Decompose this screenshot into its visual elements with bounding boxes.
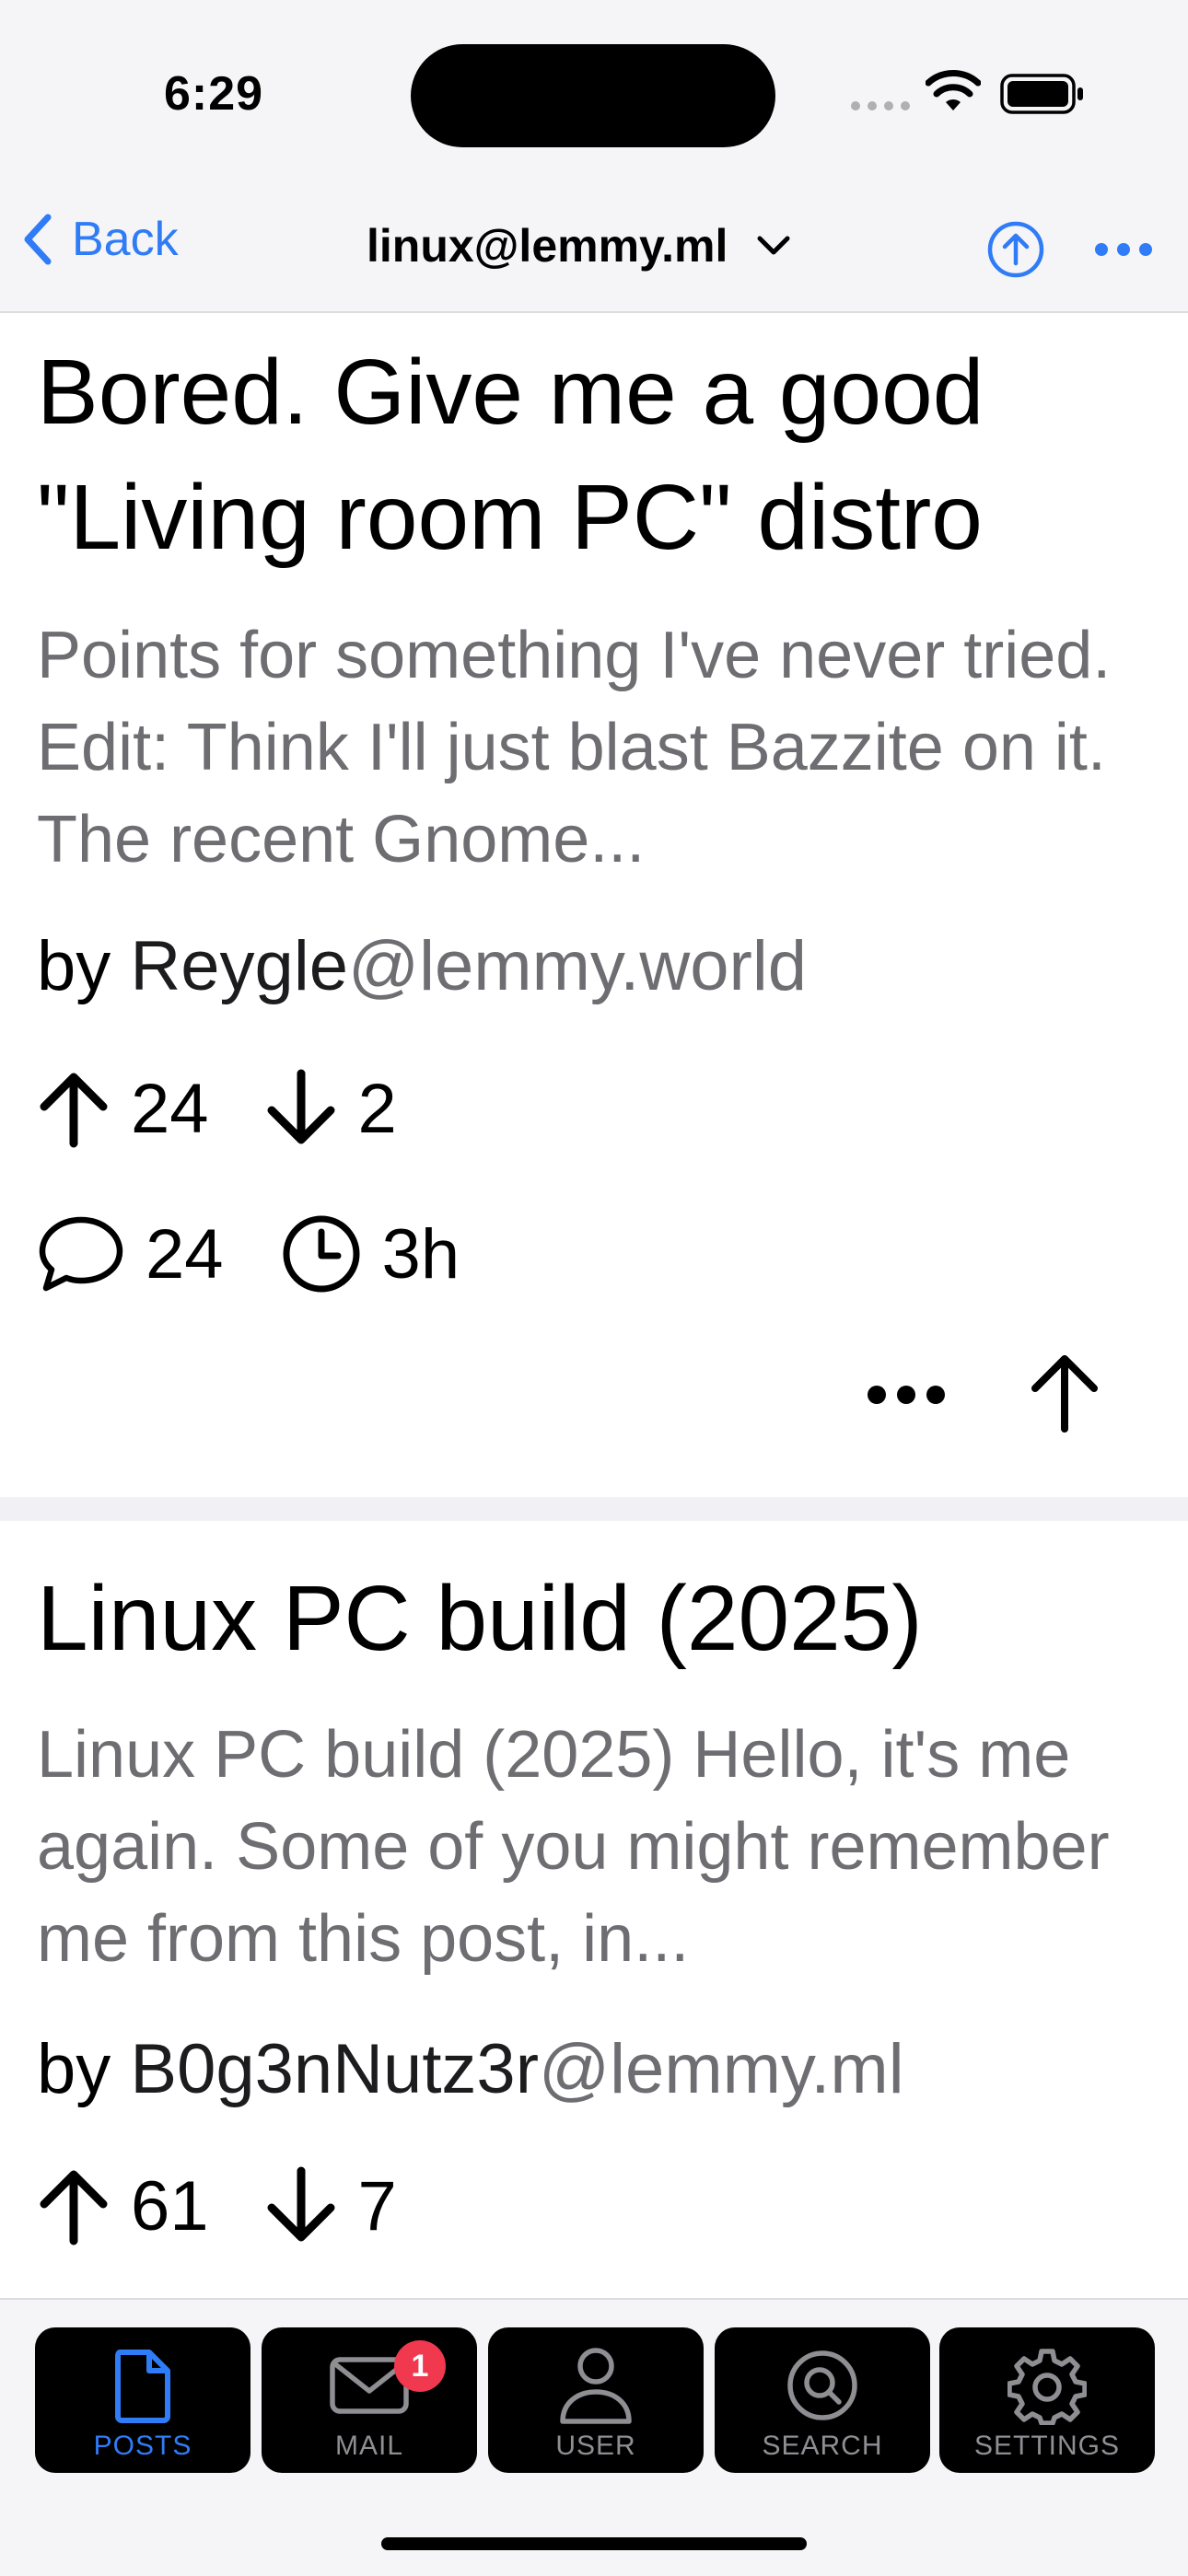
upvote-count: 61: [37, 2165, 209, 2246]
vote-stats: 61 7: [37, 2165, 397, 2246]
arrow-up-icon: [40, 2170, 108, 2245]
clock-icon: [283, 1215, 360, 1293]
status-bar: 6:29: [0, 0, 1188, 184]
post-preview: Linux PC build (2025) Hello, it's me aga…: [37, 1718, 1110, 1976]
status-time: 6:29: [164, 67, 264, 121]
tab-mail[interactable]: MAIL 1: [262, 2327, 477, 2473]
community-title: linux@lemmy.ml: [367, 220, 728, 272]
post-meta: 24 3h: [37, 1213, 460, 1294]
more-icon[interactable]: [1094, 239, 1153, 260]
battery-icon: [1000, 74, 1083, 114]
tab-settings[interactable]: SETTINGS: [939, 2327, 1155, 2473]
navigation-bar: Back linux@lemmy.ml: [0, 184, 1188, 313]
search-icon: [787, 2350, 857, 2420]
tab-posts[interactable]: POSTS: [35, 2327, 250, 2473]
document-icon: [115, 2350, 170, 2423]
more-actions-icon[interactable]: [866, 1383, 947, 1407]
dynamic-island: [411, 44, 775, 147]
back-label: Back: [72, 213, 179, 266]
community-picker[interactable]: linux@lemmy.ml: [367, 219, 790, 273]
gear-icon: [1007, 2349, 1087, 2425]
post-preview: Points for something I've never tried. E…: [37, 619, 1112, 876]
post-card[interactable]: Bored. Give me a good "Living room PC" d…: [0, 313, 1188, 1497]
comment-bubble-icon: [39, 1216, 123, 1292]
back-button[interactable]: Back: [22, 212, 179, 267]
tab-search[interactable]: SEARCH: [715, 2327, 930, 2473]
cellular-signal-icon: [851, 101, 910, 110]
post-card[interactable]: Linux PC build (2025) Linux PC build (20…: [0, 1521, 1188, 2298]
home-indicator[interactable]: [381, 2537, 807, 2550]
upvote-count: 24: [37, 1068, 209, 1149]
post-feed[interactable]: Bored. Give me a good "Living room PC" d…: [0, 313, 1188, 2298]
post-separator: [0, 1497, 1188, 1521]
post-title[interactable]: Bored. Give me a good "Living room PC" d…: [37, 330, 1160, 580]
vote-stats: 24 2: [37, 1068, 397, 1149]
downvote-count: 7: [264, 2165, 397, 2246]
post-age: 3h: [281, 1213, 460, 1294]
mail-badge: 1: [394, 2340, 446, 2392]
post-author[interactable]: by B0g3nNutz3r@lemmy.ml: [37, 2024, 904, 2116]
tab-user[interactable]: USER: [488, 2327, 704, 2473]
post-title[interactable]: Linux PC build (2025): [37, 1556, 1160, 1681]
person-icon: [560, 2348, 632, 2424]
comment-count: 24: [37, 1214, 224, 1294]
author-name: B0g3nNutz3r: [130, 2030, 540, 2108]
chevron-down-icon: [757, 236, 790, 255]
author-name: Reygle: [130, 927, 348, 1005]
tab-bar: POSTS MAIL 1 USER SEARCH SETTINGS: [0, 2298, 1188, 2576]
arrow-up-icon: [40, 1073, 108, 1148]
wifi-icon: [926, 70, 981, 110]
arrow-down-icon: [267, 2166, 335, 2242]
author-instance: @lemmy.world: [347, 927, 807, 1005]
arrow-down-icon: [267, 1069, 335, 1144]
upload-icon[interactable]: [987, 221, 1044, 278]
chevron-left-icon: [24, 214, 52, 265]
post-actions: [672, 1348, 1188, 1440]
author-instance: @lemmy.ml: [539, 2030, 904, 2108]
post-author[interactable]: by Reygle@lemmy.world: [37, 921, 807, 1013]
upvote-button[interactable]: [1028, 1350, 1101, 1434]
downvote-count: 2: [264, 1068, 397, 1149]
